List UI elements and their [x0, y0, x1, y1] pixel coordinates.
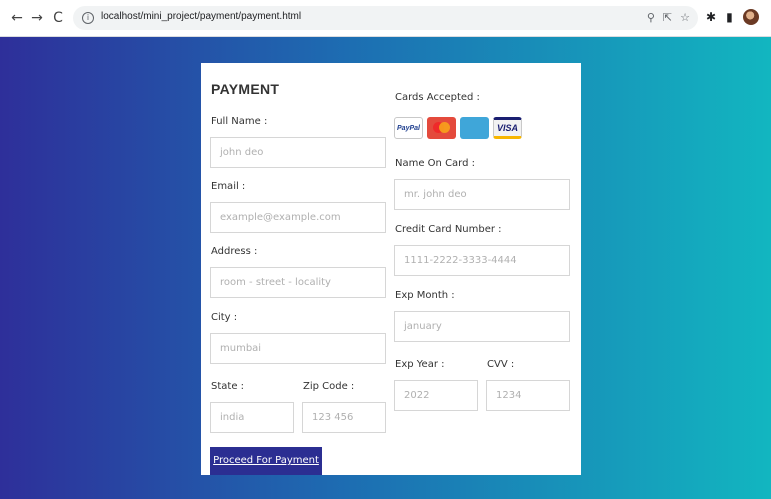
address-label: Address : [211, 246, 258, 257]
proceed-payment-button[interactable]: Proceed For Payment [210, 447, 322, 475]
zip-code-label: Zip Code : [303, 381, 355, 392]
name-on-card-label: Name On Card : [395, 158, 476, 169]
cvv-label: CVV : [487, 359, 515, 370]
back-button[interactable]: ← [8, 9, 26, 27]
city-input[interactable]: mumbai [210, 333, 386, 364]
exp-year-label: Exp Year : [395, 359, 445, 370]
exp-month-label: Exp Month : [395, 290, 455, 301]
reload-button[interactable]: C [49, 9, 67, 27]
city-label: City : [211, 312, 238, 323]
zip-code-input[interactable]: 123 456 [302, 402, 386, 433]
card-number-label: Credit Card Number : [395, 224, 502, 235]
info-icon[interactable]: i [82, 12, 94, 24]
share-icon[interactable]: ⇱ [663, 10, 672, 26]
name-on-card-input[interactable]: mr. john deo [394, 179, 570, 210]
sidebar-icon[interactable]: ▮ [726, 10, 733, 24]
accepted-cards-image: PayPal VISA [394, 117, 522, 139]
state-label: State : [211, 381, 245, 392]
email-label: Email : [211, 181, 246, 192]
form-title: PAYMENT [211, 81, 280, 97]
card-number-input[interactable]: 1111-2222-3333-4444 [394, 245, 570, 276]
url-text[interactable]: localhost/mini_project/payment/payment.h… [101, 11, 301, 22]
full-name-input[interactable]: john deo [210, 137, 386, 168]
address-input[interactable]: room - street - locality [210, 267, 386, 298]
payment-form: PAYMENT Full Name : john deo Email : exa… [201, 63, 581, 475]
forward-button[interactable]: → [28, 9, 46, 27]
browser-toolbar: ← → C i localhost/mini_project/payment/p… [0, 0, 771, 37]
cvv-input[interactable]: 1234 [486, 380, 570, 411]
exp-month-input[interactable]: january [394, 311, 570, 342]
exp-year-input[interactable]: 2022 [394, 380, 478, 411]
email-input[interactable]: example@example.com [210, 202, 386, 233]
paypal-logo-icon: PayPal [394, 117, 423, 139]
mastercard-logo-icon [427, 117, 456, 139]
star-icon[interactable]: ☆ [680, 10, 690, 26]
page-background: PAYMENT Full Name : john deo Email : exa… [0, 37, 771, 499]
profile-avatar[interactable] [742, 9, 759, 25]
zoom-icon[interactable]: ⚲ [647, 10, 655, 26]
full-name-label: Full Name : [211, 116, 268, 127]
address-bar[interactable]: i localhost/mini_project/payment/payment… [73, 6, 698, 30]
cards-accepted-label: Cards Accepted : [395, 92, 480, 103]
extensions-icon[interactable]: ✱ [706, 10, 716, 24]
visa-logo-icon: VISA [493, 117, 522, 139]
amex-logo-icon [460, 117, 489, 139]
state-input[interactable]: india [210, 402, 294, 433]
